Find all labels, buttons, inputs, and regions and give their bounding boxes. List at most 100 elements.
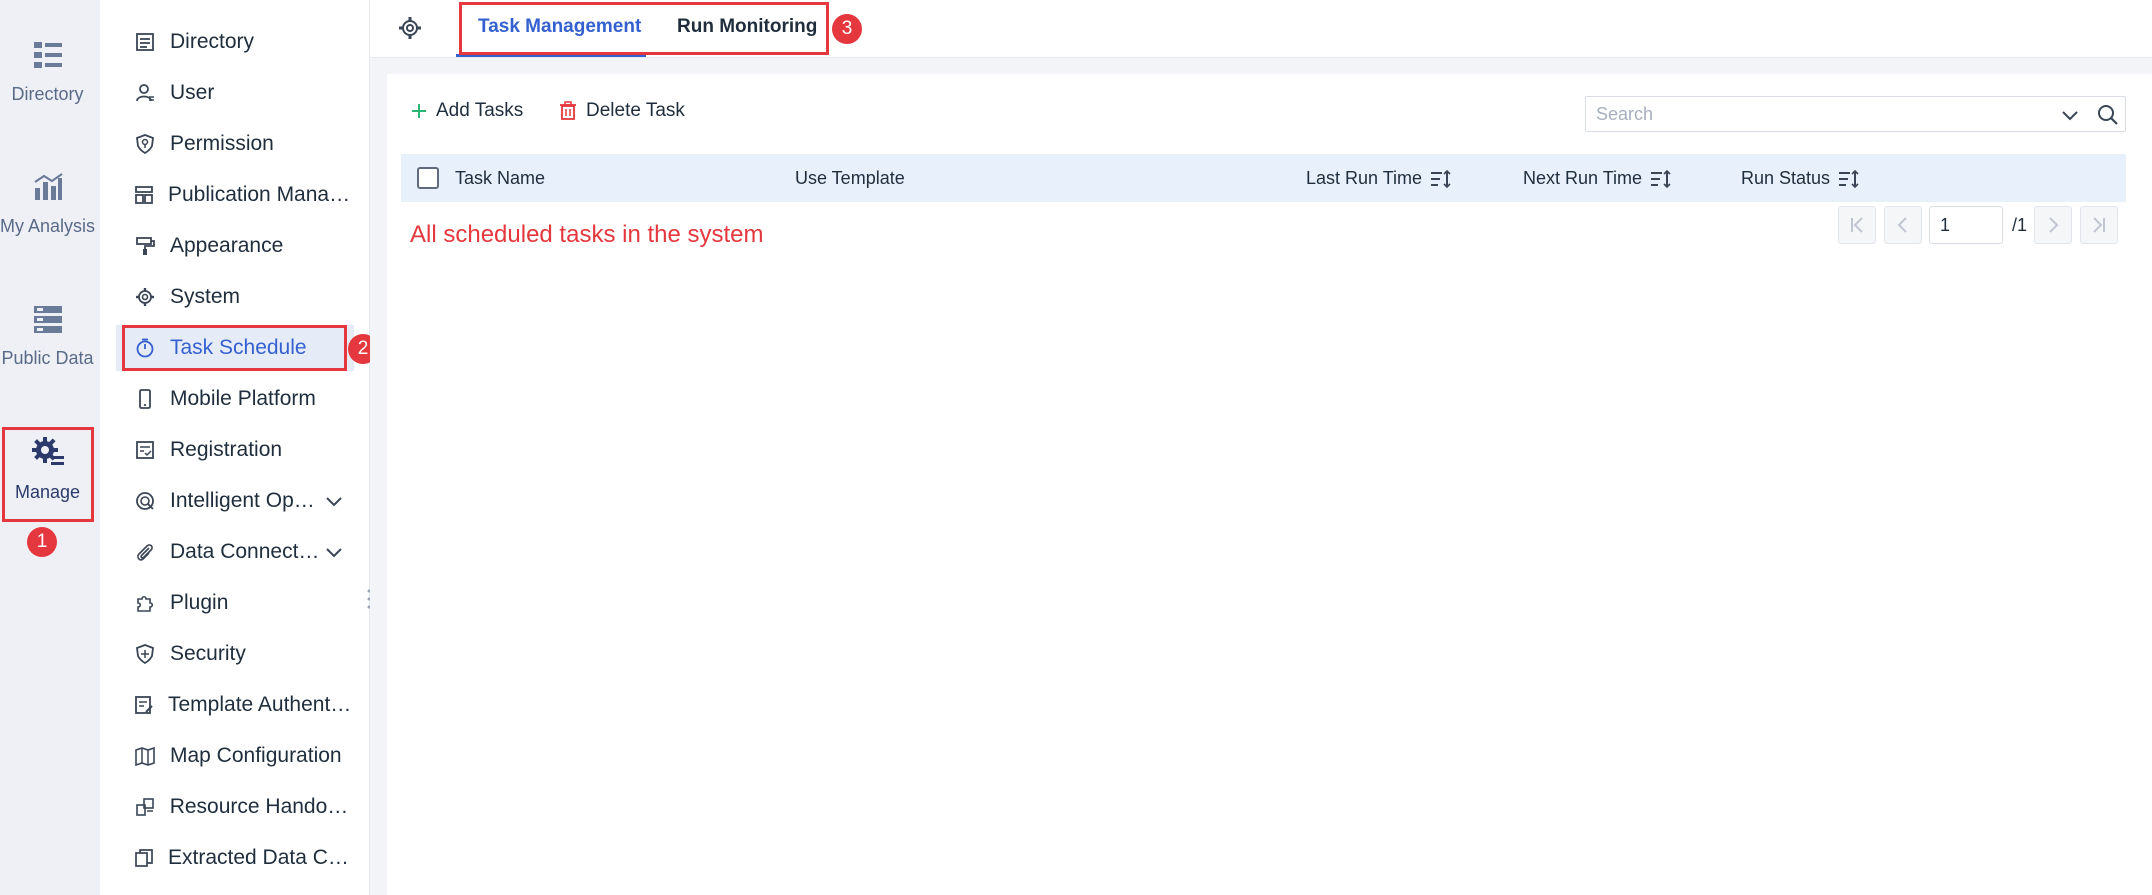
callout-badge-3: 3 (832, 14, 862, 44)
menu-item-security[interactable]: Security (116, 631, 354, 677)
menu-item-label: Template Authentication (168, 693, 354, 716)
menu-item-label: Data Connection (170, 540, 320, 563)
next-page-button[interactable] (2034, 206, 2072, 244)
paperclip-icon (134, 541, 156, 563)
menu-item-label: User (170, 81, 215, 104)
rail-item-label: Directory (11, 84, 84, 104)
directory-icon (134, 31, 156, 53)
select-all-checkbox[interactable] (417, 167, 439, 189)
menu-item-publication-management[interactable]: Publication Management (116, 172, 354, 218)
menu-item-extracted-data-cache[interactable]: Extracted Data Cache (116, 835, 354, 881)
page-total: /1 (2012, 215, 2028, 235)
search-icon[interactable] (2096, 103, 2120, 127)
puzzle-icon (134, 592, 156, 614)
handover-icon (134, 796, 156, 818)
column-label: Last Run Time (1306, 168, 1423, 188)
column-header-task-name: Task Name (455, 168, 545, 189)
rail-item-directory[interactable]: Directory (0, 40, 95, 105)
chevron-down-icon[interactable] (324, 491, 344, 517)
plus-icon (412, 104, 426, 118)
menu-item-appearance[interactable]: Appearance (116, 223, 354, 269)
add-tasks-button[interactable]: Add Tasks (410, 100, 523, 122)
menu-item-map-configuration[interactable]: Map Configuration (116, 733, 354, 779)
column-header-run-status[interactable]: Run Status (1741, 168, 1860, 189)
column-label: Next Run Time (1523, 168, 1643, 188)
rail-item-label: Public Data (1, 348, 94, 368)
menu-item-plugin[interactable]: Plugin (116, 580, 354, 626)
rail-item-public-data[interactable]: Public Data (0, 304, 95, 369)
menu-item-label: Plugin (170, 591, 229, 614)
sort-icon[interactable] (1650, 169, 1672, 189)
column-label: Use Template (795, 168, 905, 188)
chevron-left-icon (1897, 217, 1907, 233)
chevron-down-icon[interactable] (324, 542, 344, 568)
rail-item-label: My Analysis (0, 216, 96, 236)
column-label: Task Name (455, 168, 546, 188)
sort-icon[interactable] (1838, 169, 1860, 189)
first-page-button[interactable] (1838, 206, 1876, 244)
menu-item-label: Mobile Platform (170, 387, 316, 410)
public-data-icon (33, 306, 62, 333)
column-header-last-run-time[interactable]: Last Run Time (1306, 168, 1452, 189)
intelligent-ops-icon (134, 490, 156, 512)
column-label: Run Status (1741, 168, 1831, 188)
column-header-next-run-time[interactable]: Next Run Time (1523, 168, 1672, 189)
chevron-down-icon[interactable] (2060, 105, 2080, 125)
chevron-right-icon (2049, 217, 2059, 233)
copy-icon (134, 847, 154, 869)
rail-item-my-analysis[interactable]: My Analysis (0, 172, 95, 237)
mobile-icon (134, 388, 156, 410)
last-page-button[interactable] (2080, 206, 2118, 244)
highlight-box-manage (2, 427, 94, 522)
menu-item-label: Extracted Data Cache (168, 846, 354, 869)
search-box (1585, 96, 2126, 132)
menu-item-label: Permission (170, 132, 274, 155)
trash-icon (560, 101, 576, 120)
shield-icon (134, 643, 156, 665)
menu-item-label: Appearance (170, 234, 284, 257)
analysis-chart-icon (33, 173, 63, 200)
column-header-use-template: Use Template (795, 168, 905, 189)
menu-item-directory[interactable]: Directory (116, 19, 354, 65)
menu-item-label: Resource Handover (169, 795, 354, 818)
menu-item-system[interactable]: System (116, 274, 354, 320)
annotation-text: All scheduled tasks in the system (410, 221, 764, 248)
table-header: Task Name Use Template Last Run Time Nex… (401, 154, 2126, 202)
add-tasks-label: Add Tasks (436, 100, 524, 121)
menu-item-label: Map Configuration (170, 744, 342, 767)
menu-item-user[interactable]: User (116, 70, 354, 116)
menu-item-label: Publication Management (168, 183, 354, 206)
prev-page-button[interactable] (1884, 206, 1922, 244)
template-auth-icon (134, 694, 154, 716)
publication-icon (134, 184, 154, 206)
menu-item-label: Directory (170, 30, 255, 53)
search-input[interactable] (1586, 97, 2026, 131)
menu-item-template-authentication[interactable]: Template Authentication (116, 682, 354, 728)
menu-item-label: System (170, 285, 241, 308)
menu-item-label: Registration (170, 438, 283, 461)
sort-icon[interactable] (1430, 169, 1452, 189)
highlight-box-tabs (459, 2, 829, 55)
last-page-icon (2093, 217, 2105, 233)
map-icon (134, 745, 156, 767)
directory-list-icon (33, 42, 62, 68)
user-icon (134, 82, 156, 104)
menu-item-label: Security (170, 642, 246, 665)
permission-shield-icon (134, 133, 156, 155)
page-number-input[interactable]: 1 (1929, 206, 2003, 244)
highlight-box-task-schedule (122, 325, 347, 371)
menu-item-permission[interactable]: Permission (116, 121, 354, 167)
menu-item-data-connection[interactable]: Data Connection (116, 529, 354, 575)
registration-icon (134, 439, 156, 461)
menu-item-label: Intelligent Operations (170, 489, 320, 512)
first-page-icon (1851, 217, 1863, 233)
delete-task-button[interactable]: Delete Task (558, 100, 685, 122)
callout-badge-1: 1 (27, 527, 57, 557)
menu-item-intelligent-operations[interactable]: Intelligent Operations (116, 478, 354, 524)
menu-item-registration[interactable]: Registration (116, 427, 354, 473)
menu-item-mobile-platform[interactable]: Mobile Platform (116, 376, 354, 422)
delete-task-label: Delete Task (586, 100, 685, 121)
menu-item-resource-handover[interactable]: Resource Handover (116, 784, 354, 830)
settings-gear-icon[interactable] (398, 16, 422, 40)
gear-icon (134, 286, 156, 308)
